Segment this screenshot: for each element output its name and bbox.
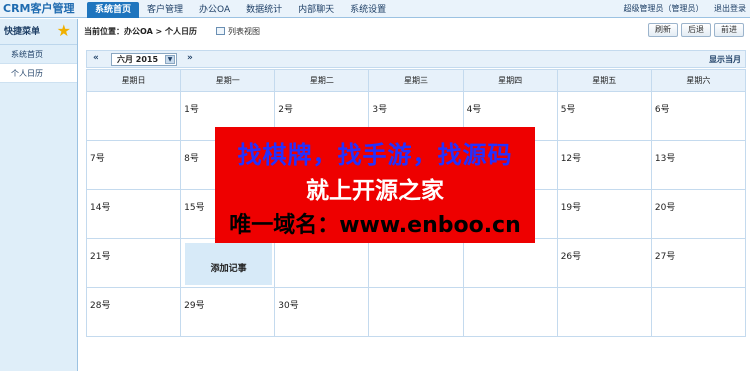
nav-customers[interactable]: 客户管理 [139,2,191,18]
list-view-label: 列表视图 [228,27,260,36]
user-bar: 超级管理员（管理员） 退出登录 [615,3,746,14]
nav-statistics[interactable]: 数据统计 [238,2,290,18]
top-bar: CRM客户管理 系统首页 客户管理 办公OA 数据统计 内部聊天 系统设置 超级… [0,0,750,18]
calendar-day-cell[interactable]: 30号 [274,287,370,337]
calendar-day-cell[interactable] [650,287,747,337]
calendar-day-cell[interactable] [462,238,558,288]
nav-settings[interactable]: 系统设置 [342,2,394,18]
nav-office-oa[interactable]: 办公OA [191,2,238,18]
month-select[interactable]: 六月 2015 ▼ [111,53,177,66]
weekday-header: 星期五 [556,69,652,92]
calendar-day-cell[interactable] [368,287,464,337]
weekday-header: 星期日 [85,69,182,92]
breadcrumb: 当前位置：办公OA > 个人日历 [84,27,198,36]
refresh-button[interactable]: 刷新 [648,23,678,37]
toolbar: 刷新 后退 前进 [645,23,744,37]
add-note-button[interactable]: 添加记事 [185,243,273,285]
weekday-header: 星期三 [368,69,464,92]
calendar-day-cell[interactable]: 6号 [650,91,747,141]
calendar-day-cell[interactable] [85,91,182,141]
list-view-link[interactable]: 列表视图 [216,23,260,41]
calendar-day-cell[interactable]: 29号 [180,287,276,337]
banner-line-1: 找棋牌，找手游，找源码 [237,141,513,169]
calendar-day-cell[interactable] [556,287,652,337]
main-nav: 系统首页 客户管理 办公OA 数据统计 内部聊天 系统设置 [87,2,394,18]
chevron-down-icon: ▼ [165,55,175,64]
weekday-header: 星期二 [274,69,370,92]
calendar-day-cell-add-note[interactable]: 添加记事 [180,238,276,288]
calendar-day-cell[interactable]: 5号 [556,91,652,141]
next-month-button[interactable]: » [187,53,193,63]
prev-month-button[interactable]: « [93,53,99,63]
nav-internal-chat[interactable]: 内部聊天 [290,2,342,18]
watermark-banner: 找棋牌，找手游，找源码 就上开源之家 唯一域名：www.enboo.cn [215,127,535,243]
sidebar-item-home[interactable]: 系统首页 [0,45,77,64]
calendar-day-cell[interactable] [274,238,370,288]
calendar-day-cell[interactable]: 28号 [85,287,182,337]
sidebar: 快捷菜单 ★ 系统首页 个人日历 [0,19,78,371]
calendar-toolbar: « 六月 2015 ▼ » 显示当月 [86,50,746,68]
back-button[interactable]: 后退 [681,23,711,37]
banner-line-2: 就上开源之家 [306,178,444,204]
calendar-day-cell[interactable]: 7号 [85,140,182,190]
app-logo: CRM客户管理 [3,2,75,15]
calendar-day-cell[interactable] [462,287,558,337]
weekday-header: 星期四 [462,69,558,92]
calendar-day-cell[interactable]: 26号 [556,238,652,288]
weekday-header: 星期一 [180,69,276,92]
star-icon: ★ [56,21,71,40]
calendar-day-cell[interactable]: 14号 [85,189,182,239]
list-view-icon [216,27,225,35]
calendar-day-cell[interactable]: 12号 [556,140,652,190]
calendar-day-cell[interactable]: 20号 [650,189,747,239]
month-select-value: 六月 2015 [117,55,159,64]
weekday-header: 星期六 [650,69,747,92]
user-name: 超级管理员（管理员） [623,4,704,13]
calendar-day-cell[interactable]: 21号 [85,238,182,288]
calendar-day-cell[interactable]: 13号 [650,140,747,190]
logout-link[interactable]: 退出登录 [714,4,746,13]
calendar-day-cell[interactable] [368,238,464,288]
forward-button[interactable]: 前进 [714,23,744,37]
sidebar-header: 快捷菜单 ★ [0,19,77,45]
nav-home[interactable]: 系统首页 [87,2,140,18]
show-current-month-button[interactable]: 显示当月 [709,54,741,65]
sidebar-item-calendar[interactable]: 个人日历 [0,64,77,83]
calendar-day-cell[interactable]: 27号 [650,238,747,288]
calendar-day-cell[interactable]: 19号 [556,189,652,239]
banner-line-3: 唯一域名：www.enboo.cn [229,213,521,238]
sidebar-title: 快捷菜单 [4,27,41,37]
